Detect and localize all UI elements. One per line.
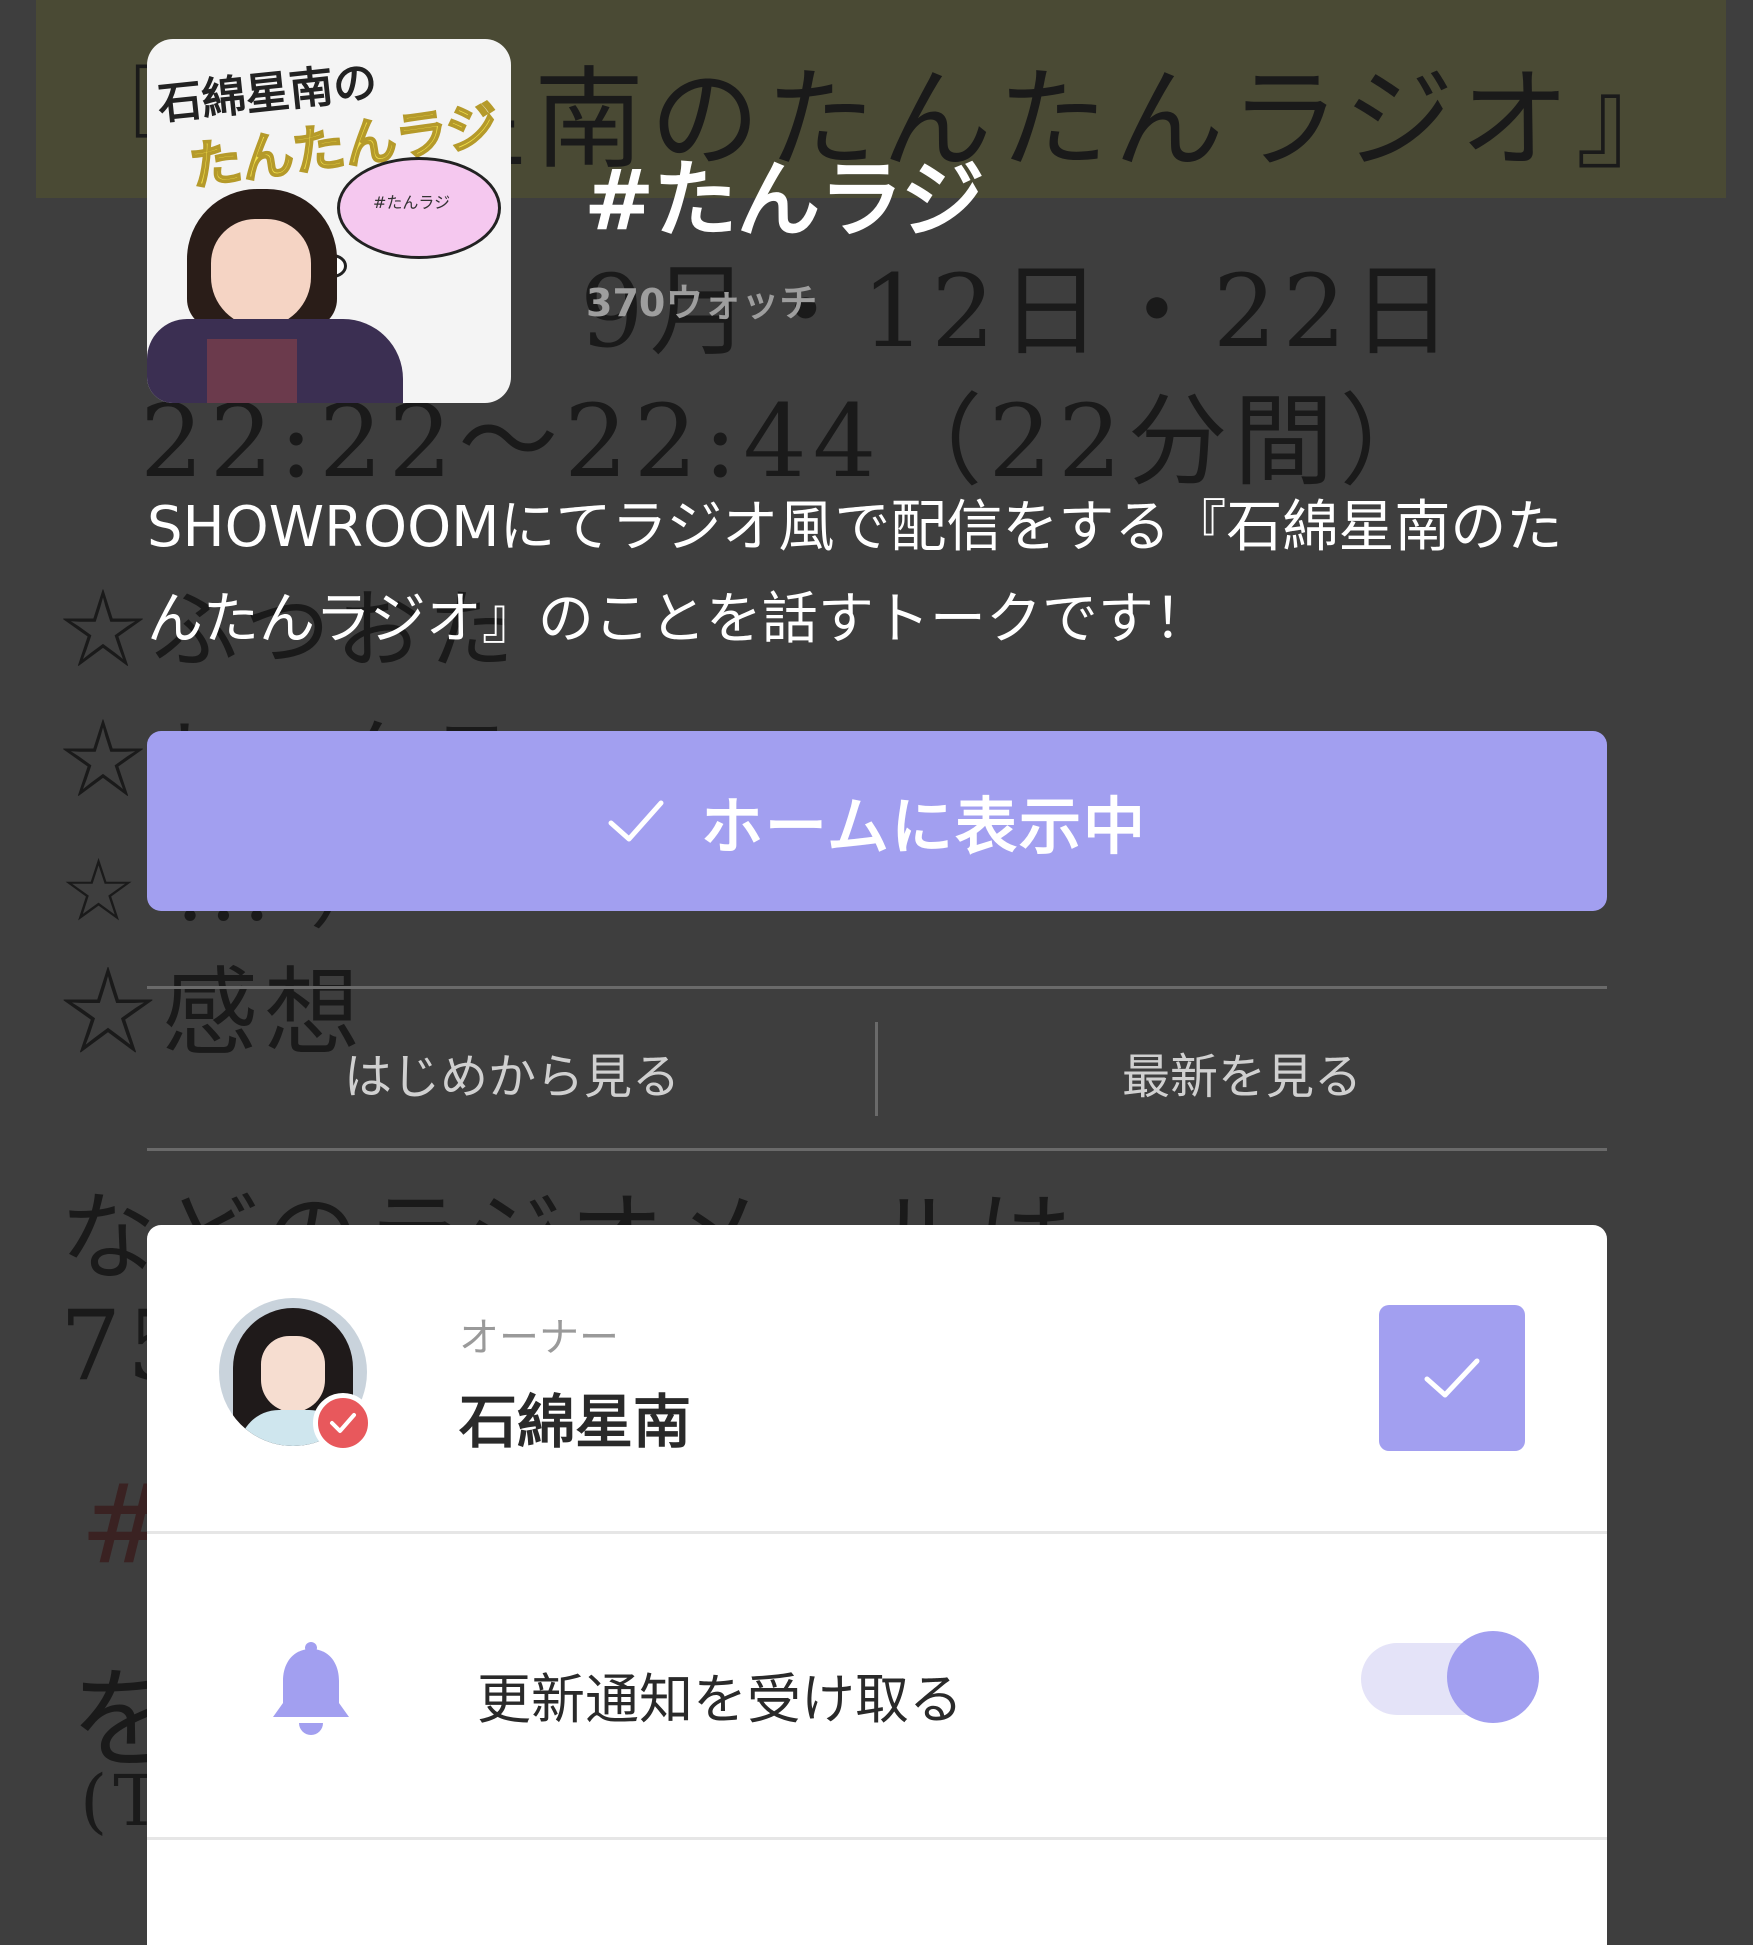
- divider: [147, 1837, 1607, 1840]
- notification-label: 更新通知を受け取る: [477, 1668, 963, 1731]
- view-latest-button[interactable]: 最新を見る: [877, 990, 1607, 1154]
- tab-separator: [875, 1022, 878, 1116]
- talk-info-card: オーナー 石綿星南 更新通知を受け取る: [147, 1225, 1607, 1945]
- owner-name[interactable]: 石綿星南: [459, 1375, 691, 1459]
- thought-cloud-text: #たんラジ: [373, 193, 451, 212]
- owner-role-label: オーナー: [459, 1315, 619, 1361]
- show-on-home-label: ホームに表示中: [700, 790, 1148, 863]
- follow-owner-button[interactable]: [1379, 1305, 1525, 1451]
- owner-row[interactable]: オーナー 石綿星南: [147, 1225, 1607, 1531]
- thumbnail-person-face: [211, 219, 311, 327]
- notification-row[interactable]: 更新通知を受け取る: [147, 1533, 1607, 1833]
- check-icon: [608, 800, 664, 842]
- check-icon: [1424, 1358, 1480, 1398]
- verified-check-icon: [313, 1393, 373, 1453]
- talk-thumbnail: 石綿星南の たんたんラジオ #たんラジ: [147, 39, 511, 403]
- talk-description: SHOWROOMにてラジオ風で配信をする『石綿星南のたんたんラジオ』のことを話す…: [147, 495, 1563, 652]
- check-icon: [330, 1413, 356, 1433]
- divider: [147, 1148, 1607, 1151]
- watch-count: 370ウォッチ: [586, 281, 818, 325]
- thumbnail-person-ribbon: [207, 339, 297, 403]
- bell-icon: [273, 1642, 349, 1735]
- avatar-face: [261, 1336, 325, 1412]
- view-from-start-button[interactable]: はじめから見る: [147, 990, 877, 1154]
- notification-toggle[interactable]: [1361, 1631, 1541, 1723]
- divider: [147, 986, 1607, 989]
- show-on-home-button[interactable]: ホームに表示中: [147, 731, 1607, 911]
- toggle-knob: [1447, 1631, 1539, 1723]
- talk-title: #たんラジ: [584, 151, 985, 249]
